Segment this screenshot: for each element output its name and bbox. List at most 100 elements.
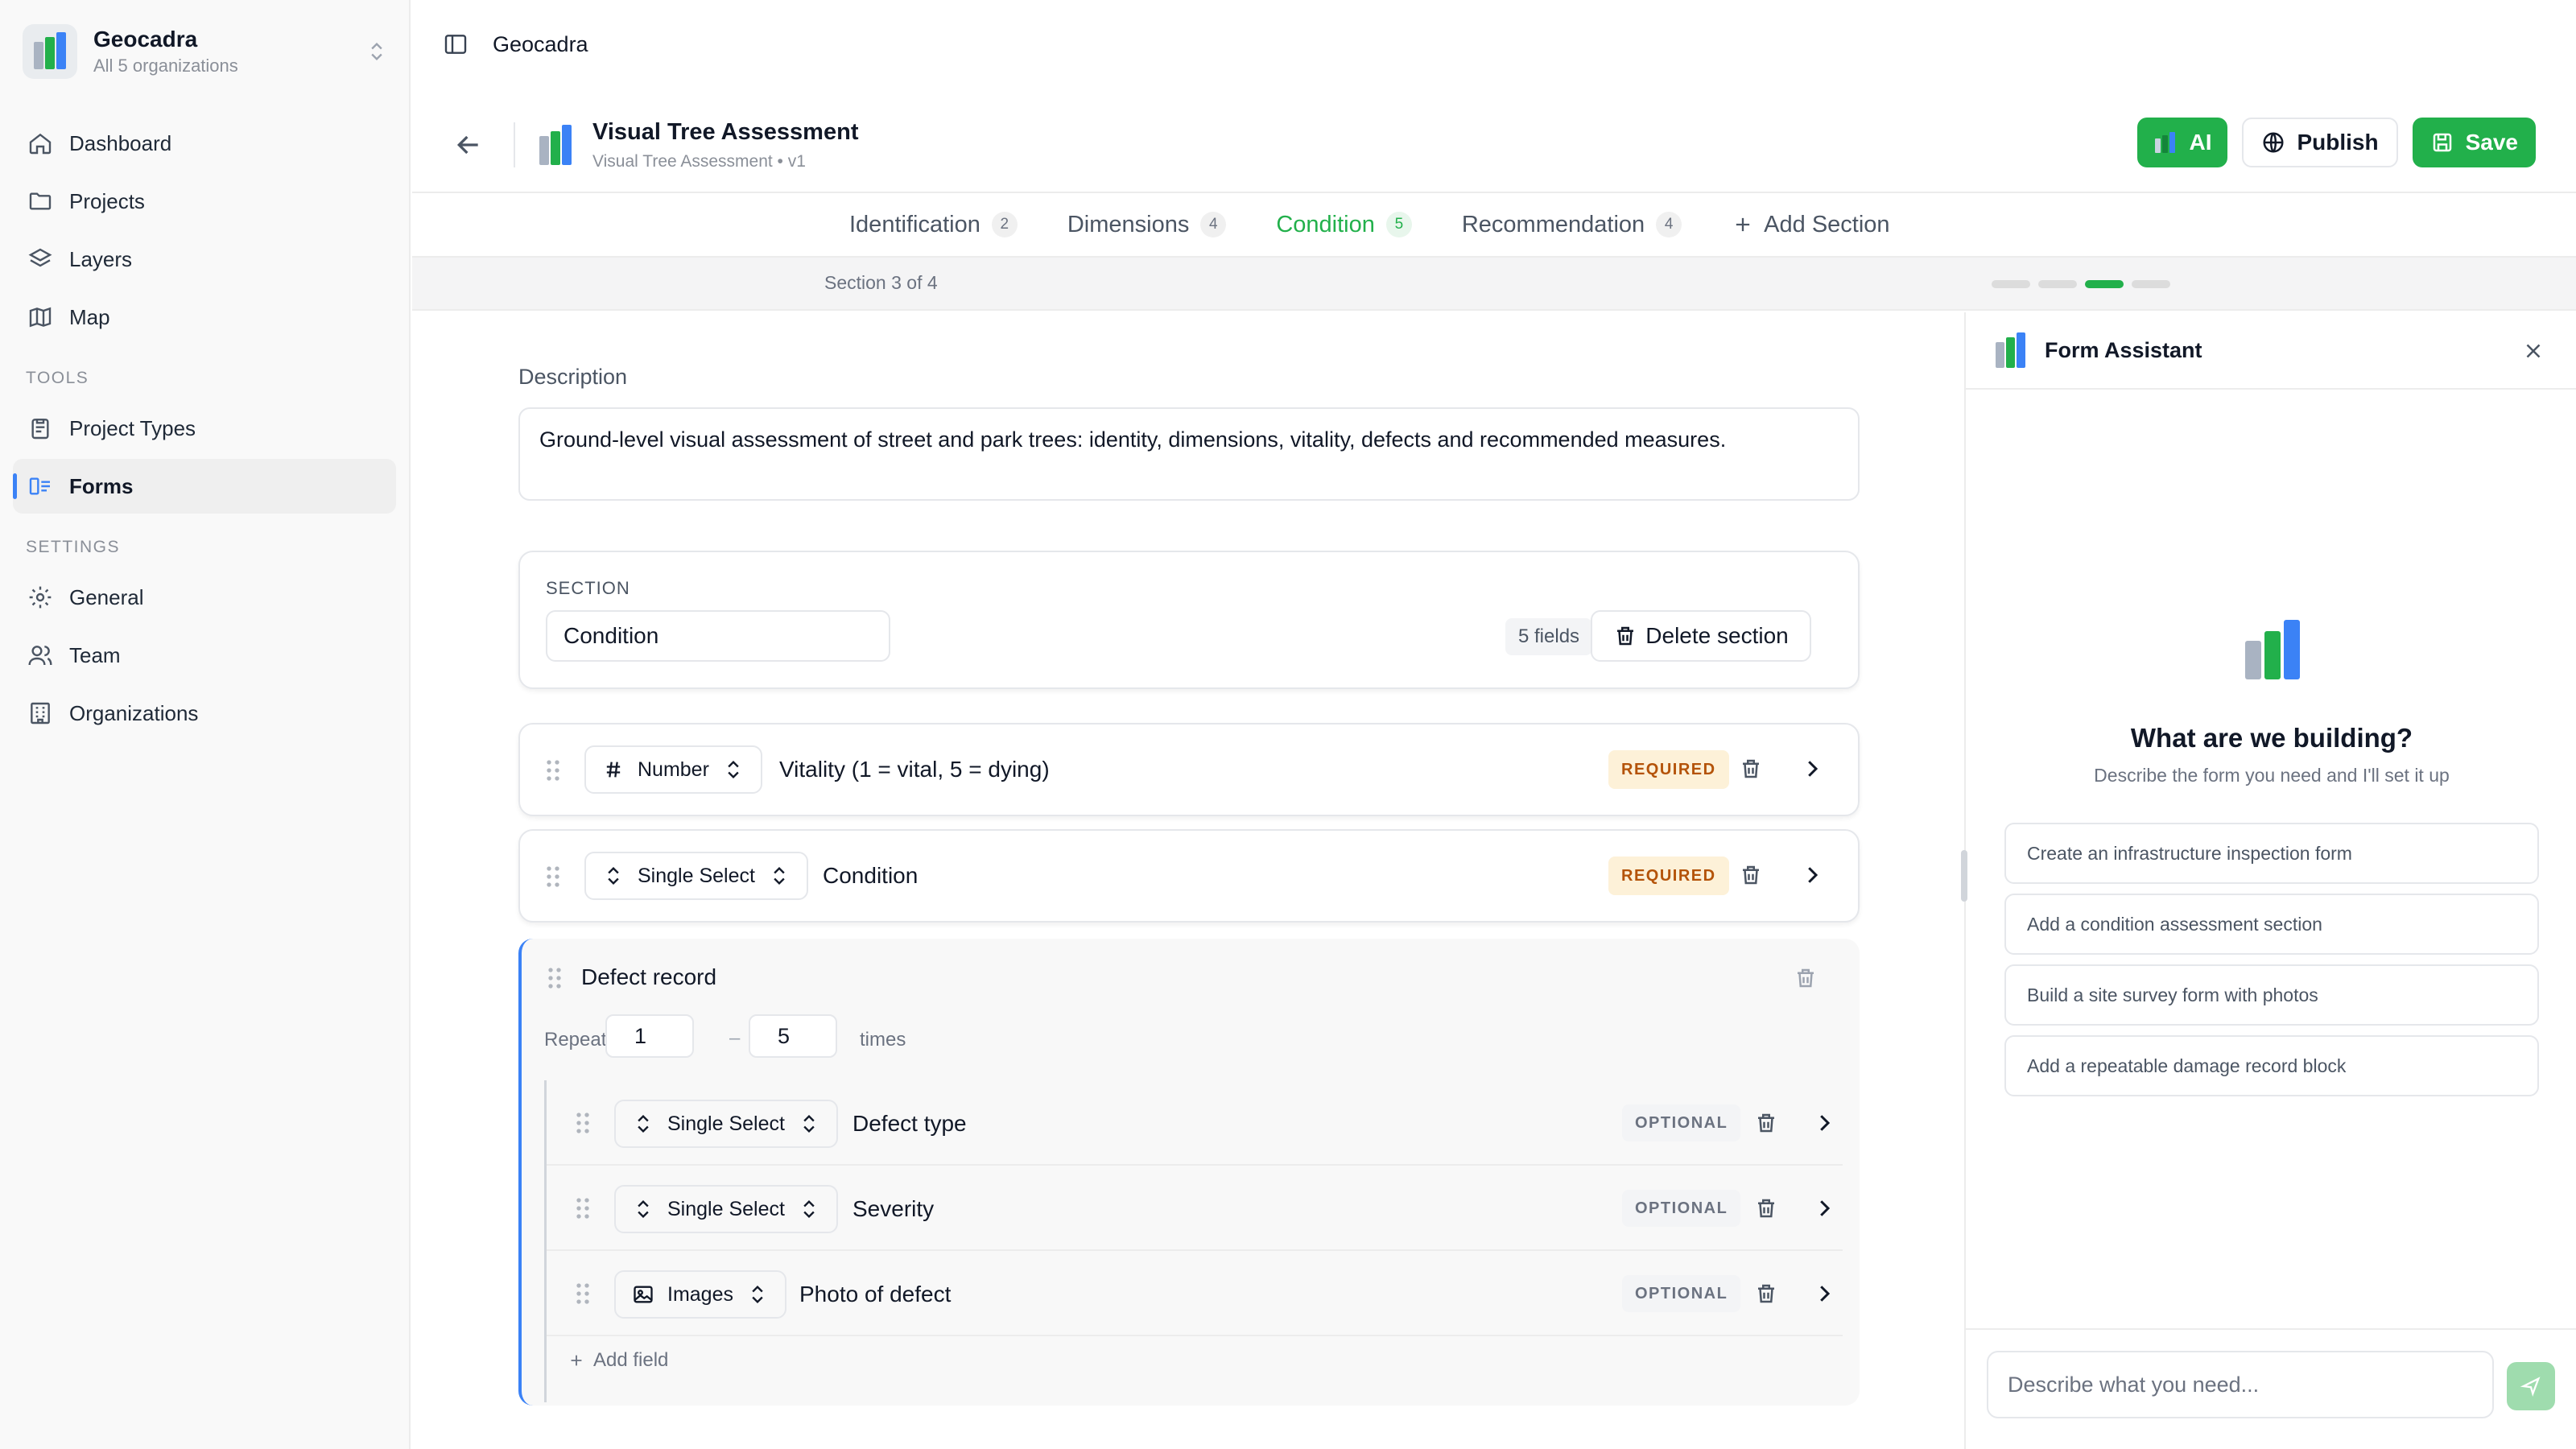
trash-icon[interactable] [1754,1196,1778,1220]
repeat-min-input[interactable]: 1 [605,1014,694,1058]
suggestion-chip[interactable]: Add a repeatable damage record block [2004,1035,2539,1096]
tab-recommendation[interactable]: Recommendation 4 [1462,212,1682,238]
building-icon [31,702,50,724]
progress-label: Section 3 of 4 [824,272,938,293]
sidebar-item-label: Team [69,642,121,667]
progress-dot[interactable] [2038,280,2077,288]
field-type-select[interactable]: Single Select [614,1185,838,1233]
field-type-select[interactable]: Single Select [614,1100,838,1148]
chevron-right-icon[interactable] [1800,863,1824,887]
trash-icon[interactable] [1794,966,1818,990]
chevron-right-icon[interactable] [1800,757,1824,781]
org-switcher[interactable]: Geocadra All 5 organizations [23,23,388,80]
tab-condition[interactable]: Condition 5 [1276,212,1412,238]
select-icon [638,1115,649,1133]
drag-handle-icon[interactable] [574,1111,592,1135]
description-textarea[interactable]: Ground-level visual assessment of street… [518,407,1860,501]
field-name[interactable]: Photo of defect [799,1282,951,1307]
send-icon [2520,1377,2541,1397]
active-indicator [13,473,17,499]
field-type-select[interactable]: Single Select [584,852,808,900]
sidebar-item-general[interactable]: General [13,570,396,625]
progress-dot[interactable] [2132,280,2170,288]
sidebar-toggle-icon[interactable] [443,31,469,57]
sidebar-item-label: Projects [69,188,145,213]
field-name[interactable]: Vitality (1 = vital, 5 = dying) [779,757,1050,782]
field-name[interactable]: Severity [852,1196,934,1222]
trash-icon[interactable] [1754,1282,1778,1306]
drag-handle-icon[interactable] [544,865,562,889]
ai-button[interactable]: AI [2137,118,2228,167]
repeat-max-input[interactable]: 5 [749,1014,837,1058]
chevrons-updown-icon [728,761,739,778]
send-button[interactable] [2507,1362,2555,1410]
progress-dot[interactable] [1992,280,2030,288]
group-field-row[interactable]: Images Photo of defect OPTIONAL [547,1251,1843,1336]
drag-handle-icon[interactable] [574,1282,592,1306]
field-name[interactable]: Condition [823,863,918,889]
field-row[interactable]: Single Select Condition REQUIRED [518,829,1860,923]
section-tabs: Identification 2 Dimensions 4 Condition … [412,192,2576,258]
add-section-button[interactable]: Add Section [1732,211,1890,238]
sidebar-item-map[interactable]: Map [13,290,396,345]
org-subtitle: All 5 organizations [93,56,238,76]
times-label: times [860,1029,906,1051]
drag-handle-icon[interactable] [546,966,564,990]
drag-handle-icon[interactable] [574,1196,592,1220]
field-row[interactable]: Number Vitality (1 = vital, 5 = dying) R… [518,723,1860,816]
resize-handle[interactable] [1961,850,1967,902]
assistant-title: Form Assistant [2045,337,2202,362]
sidebar-item-layers[interactable]: Layers [13,232,396,287]
breadcrumb[interactable]: Geocadra [493,32,588,57]
sidebar-item-label: General [69,584,144,609]
add-field-button[interactable]: Add field [568,1349,668,1372]
progress-dot-current[interactable] [2085,280,2124,288]
progress-dots [1992,280,2170,288]
close-icon[interactable] [2521,339,2545,363]
sidebar-item-forms[interactable]: Forms [13,459,396,514]
assistant-hero-logo [2245,620,2300,679]
sidebar-item-label: Layers [69,246,133,271]
group-field-row[interactable]: Single Select Severity OPTIONAL [547,1166,1843,1251]
sidebar-item-dashboard[interactable]: Dashboard [13,116,396,171]
sidebar-item-project-types[interactable]: Project Types [13,401,396,456]
section-name-input[interactable]: Condition [546,610,890,662]
tab-dimensions[interactable]: Dimensions 4 [1067,212,1227,238]
trash-icon[interactable] [1754,1111,1778,1135]
field-type-select[interactable]: Images [614,1270,786,1319]
trash-icon[interactable] [1739,757,1763,781]
field-type-select[interactable]: Number [584,745,762,794]
tab-identification[interactable]: Identification 2 [849,212,1018,238]
add-section-label: Add Section [1764,211,1890,237]
back-arrow-icon[interactable] [452,129,485,161]
suggestion-chip[interactable]: Build a site survey form with photos [2004,964,2539,1026]
save-button[interactable]: Save [2412,118,2536,167]
tab-count: 4 [1200,212,1227,237]
group-field-row[interactable]: Single Select Defect type OPTIONAL [547,1080,1843,1166]
tab-count: 4 [1656,212,1682,237]
chevron-right-icon[interactable] [1812,1282,1836,1306]
chevron-right-icon[interactable] [1812,1111,1836,1135]
suggestion-chip[interactable]: Add a condition assessment section [2004,894,2539,955]
sidebar-item-label: Project Types [69,415,196,440]
assistant-composer [1966,1328,2576,1449]
sidebar-item-label: Forms [69,473,134,498]
trash-icon[interactable] [1739,863,1763,887]
sidebar-item-organizations[interactable]: Organizations [13,686,396,741]
publish-button[interactable]: Publish [2242,118,2398,167]
add-field-label: Add field [593,1349,669,1371]
required-badge: REQUIRED [1608,750,1729,789]
delete-section-button[interactable]: Delete section [1591,610,1811,662]
org-logo [23,24,77,79]
chevron-right-icon[interactable] [1812,1196,1836,1220]
org-name: Geocadra [93,27,198,52]
group-title[interactable]: Defect record [581,964,716,990]
sidebar-item-team[interactable]: Team [13,628,396,683]
suggestion-chip[interactable]: Create an infrastructure inspection form [2004,823,2539,884]
ai-logo-icon [2155,132,2176,153]
field-name[interactable]: Defect type [852,1111,967,1137]
chevrons-updown-icon [371,43,382,60]
sidebar-item-projects[interactable]: Projects [13,174,396,229]
assistant-input[interactable] [1987,1351,2494,1418]
drag-handle-icon[interactable] [544,758,562,782]
